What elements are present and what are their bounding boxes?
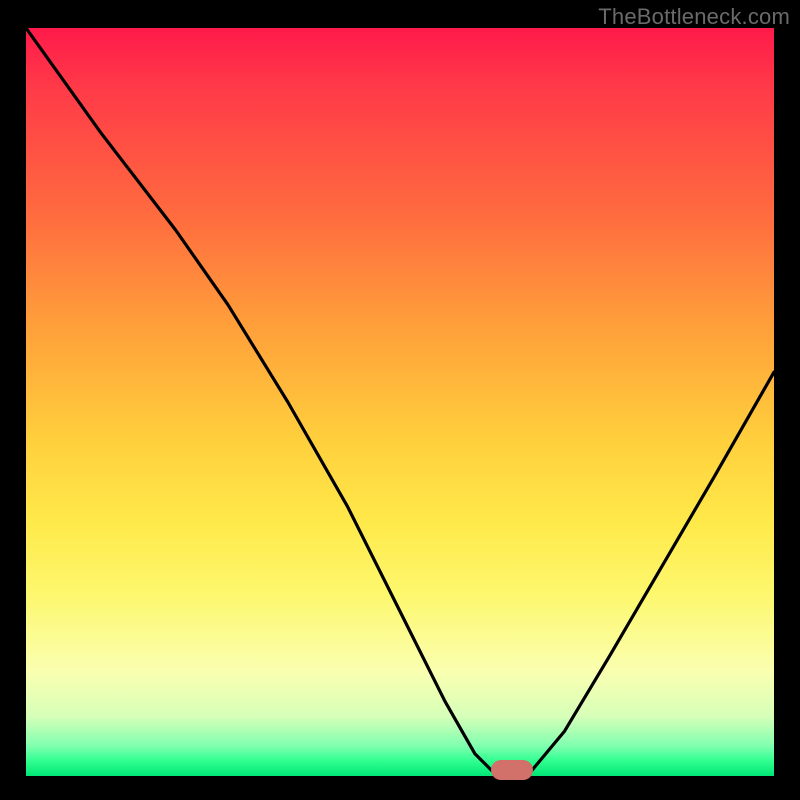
plot-area [26,28,774,776]
bottleneck-curve [26,28,774,776]
chart-frame: TheBottleneck.com [0,0,800,800]
watermark-text: TheBottleneck.com [598,4,790,30]
curve-svg [26,28,774,776]
optimal-marker [491,760,533,780]
